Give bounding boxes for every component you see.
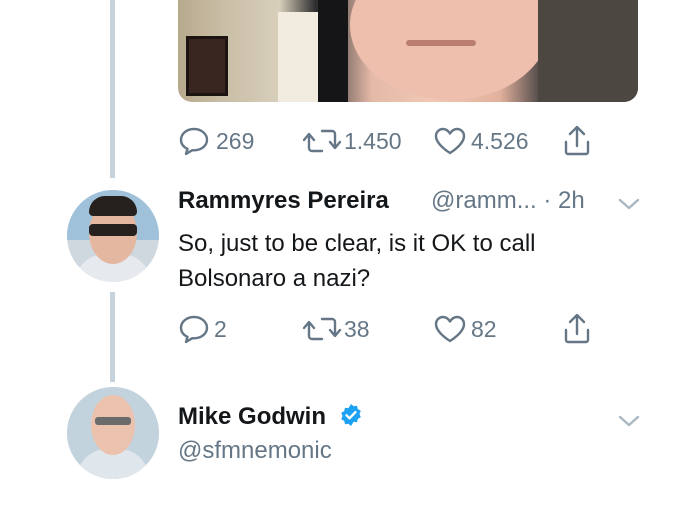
tweet-time: 2h <box>558 187 585 214</box>
reply-button[interactable]: 2 <box>178 314 227 344</box>
share-icon <box>564 313 590 344</box>
reply-author-handle[interactable]: @ramm... · 2h <box>431 187 585 215</box>
photo-face <box>350 0 550 100</box>
like-count: 82 <box>471 315 497 342</box>
chevron-down-icon[interactable] <box>617 196 641 212</box>
retweet-count: 38 <box>344 315 370 342</box>
reply-text-line-1: So, just to be clear, is it OK to call <box>178 230 536 257</box>
verified-badge-icon <box>340 404 361 426</box>
like-button[interactable]: 82 <box>433 314 497 344</box>
retweet-icon <box>302 317 342 341</box>
tweet-media-photo[interactable] <box>178 0 638 102</box>
retweet-button[interactable]: 38 <box>302 314 370 344</box>
reply-icon <box>179 127 209 156</box>
reply-icon <box>179 315 209 344</box>
sunglasses-icon <box>89 224 137 236</box>
reply-text-line-2: Bolsonaro a nazi? <box>178 265 371 292</box>
photo-mouth <box>406 40 476 46</box>
like-count: 4.526 <box>471 127 529 154</box>
share-button[interactable] <box>562 312 592 346</box>
photo-door <box>278 12 318 102</box>
photo-picture-frame <box>186 36 228 96</box>
main-author-name-text: Mike Godwin <box>178 403 327 430</box>
reply-count: 2 <box>214 315 227 342</box>
chevron-down-icon[interactable] <box>617 413 641 429</box>
separator-dot: · <box>543 187 552 214</box>
glasses-icon <box>95 417 131 425</box>
retweet-icon <box>302 129 342 153</box>
main-author-handle[interactable]: @sfmnemonic <box>178 437 332 465</box>
thread-line-top <box>110 0 115 178</box>
photo-suit <box>318 0 348 102</box>
avatar-mike-godwin[interactable] <box>67 387 159 479</box>
retweet-count: 1.450 <box>344 127 402 154</box>
avatar-rammyres[interactable] <box>67 190 159 282</box>
share-button[interactable] <box>562 124 592 158</box>
reply-button[interactable]: 269 <box>178 126 254 156</box>
main-author-name[interactable]: Mike Godwin <box>178 403 363 431</box>
retweet-button[interactable]: 1.450 <box>302 126 402 156</box>
like-button[interactable]: 4.526 <box>433 126 529 156</box>
like-icon <box>434 315 466 343</box>
reply-tweet-text: So, just to be clear, is it OK to call B… <box>178 226 648 296</box>
reply-author-name[interactable]: Rammyres Pereira <box>178 187 389 215</box>
handle-text: @ramm... <box>431 187 537 214</box>
share-icon <box>564 125 590 156</box>
reply-count: 269 <box>216 127 255 154</box>
avatar-hair <box>89 196 137 216</box>
photo-shadow <box>538 0 638 102</box>
avatar-face <box>91 395 135 455</box>
thread-line-middle <box>110 292 115 382</box>
like-icon <box>434 127 466 155</box>
